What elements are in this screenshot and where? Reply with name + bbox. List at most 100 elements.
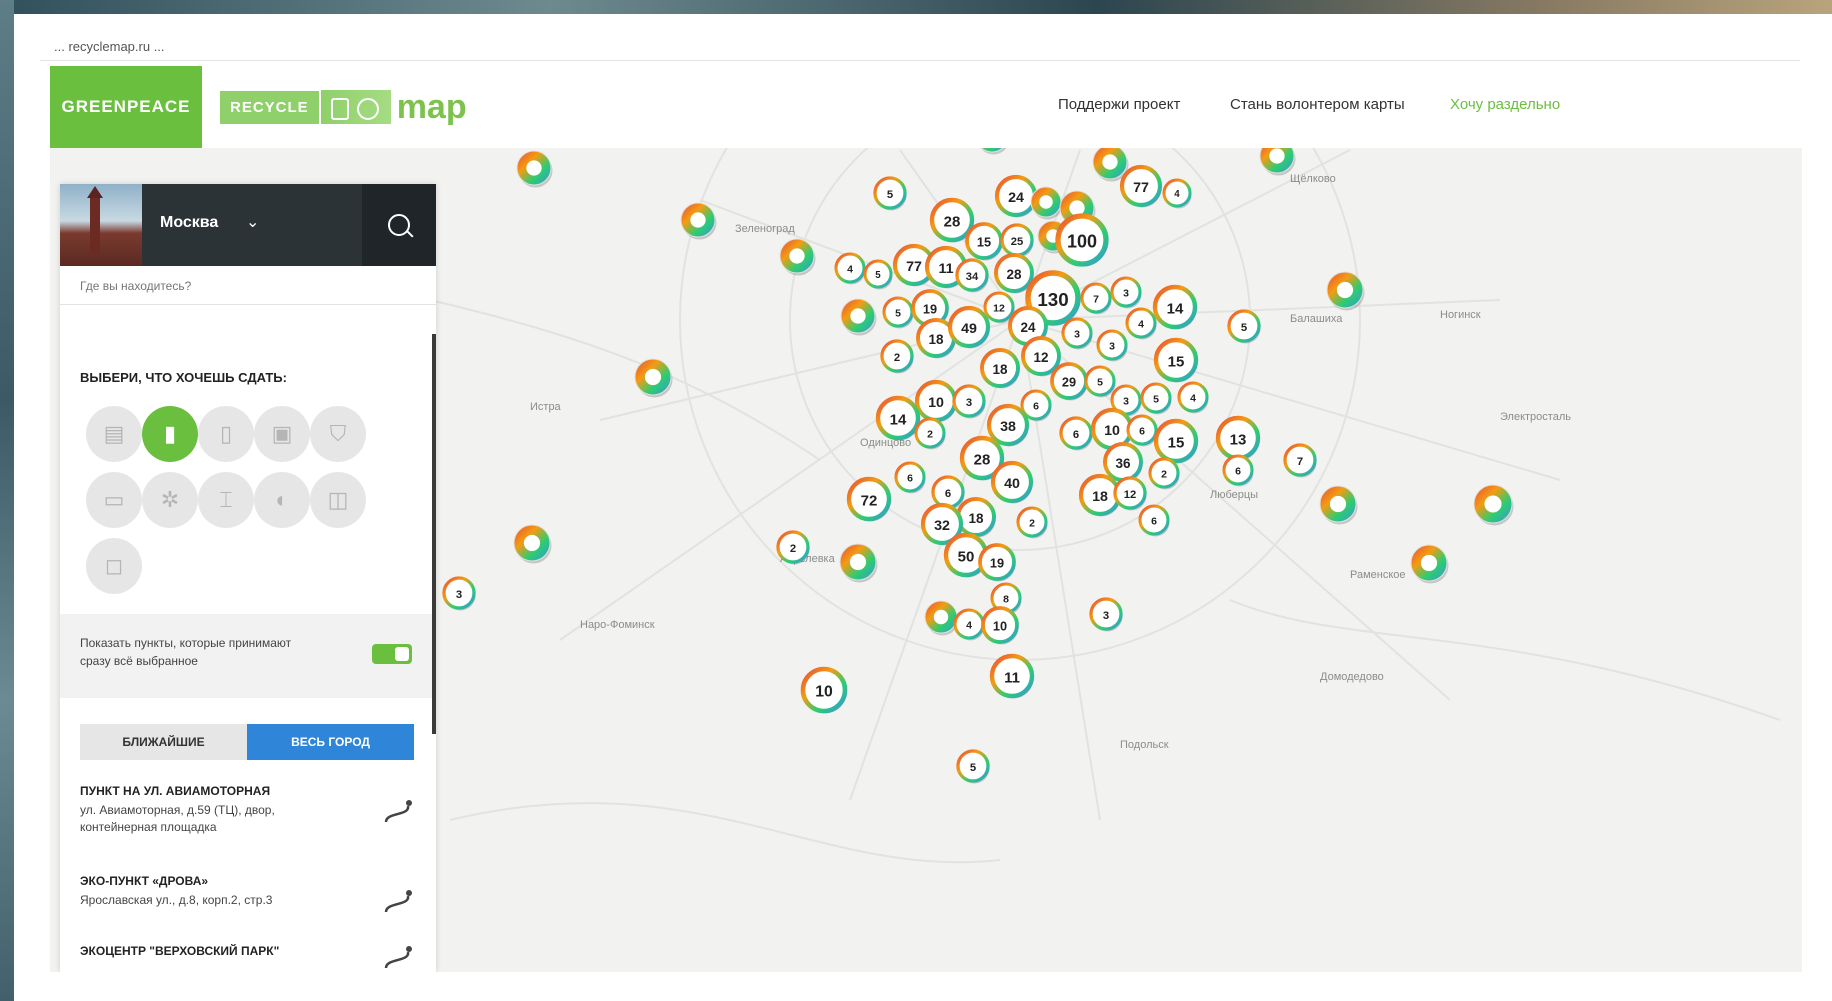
map-cluster-marker[interactable]: 2 [880,339,914,374]
map-cluster-marker[interactable]: 5 [956,749,990,784]
map-cluster-marker[interactable]: 18 [956,497,996,538]
map-cluster-marker[interactable]: 10 [800,666,848,714]
route-icon[interactable] [382,888,416,916]
category-glass[interactable]: ▯ [198,406,254,462]
category-batteries[interactable]: ⌶ [198,472,254,528]
map-cluster-marker[interactable]: 2 [914,417,946,450]
route-icon[interactable] [382,944,416,972]
map-cluster-marker[interactable]: 18 [980,348,1020,389]
map-cluster-marker[interactable]: 5 [1140,382,1172,415]
map-cluster-marker[interactable]: 11 [989,653,1035,699]
address-input[interactable] [78,268,422,304]
map-cluster-marker[interactable]: 14 [875,395,921,441]
address-field[interactable] [60,268,436,305]
map-cluster-marker[interactable]: 10 [914,379,958,423]
map-cluster-marker[interactable]: 6 [1222,454,1254,487]
map-clusters[interactable]: 5 77 4282415 25 1004577 11 34 28130 7 31455 191849… [442,148,1514,784]
map-cluster-marker[interactable]: 10 [981,606,1019,645]
map-cluster-marker[interactable]: 5 [1227,309,1261,344]
city-selector[interactable]: Москва [160,214,218,232]
map-cluster-marker[interactable] [634,358,673,398]
category-tetra-pak[interactable]: ▭ [86,472,142,528]
map-cluster-marker[interactable]: 40 [990,460,1034,504]
map-cluster-marker[interactable]: 4 [834,252,866,285]
route-icon[interactable] [382,798,416,826]
map-cluster-marker[interactable]: 13 [1215,415,1261,461]
category-lamps[interactable]: ◐ [254,472,310,528]
map-cluster-marker[interactable]: 6 [1138,504,1170,537]
map-cluster-marker[interactable]: 2 [1016,506,1048,539]
map-cluster-marker[interactable]: 19 [978,543,1016,582]
map-cluster-marker[interactable]: 3 [952,384,986,419]
map-cluster-marker[interactable]: 6 [1059,416,1093,451]
category-plastic[interactable]: ▮ [142,406,198,462]
category-metal[interactable]: ▣ [254,406,310,462]
map-cluster-marker[interactable]: 3 [1061,317,1093,350]
category-paper[interactable]: ▤ [86,406,142,462]
map-cluster-marker[interactable]: 7 [1080,282,1112,315]
map-cluster-marker[interactable]: 100 [1055,213,1109,267]
list-item[interactable]: ПУНКТ НА УЛ. АВИАМОТОРНАЯ ул. Авиамоторн… [80,784,420,836]
map-cluster-marker[interactable]: 12 [1113,476,1147,511]
nav-support-project[interactable]: Поддержи проект [1058,96,1180,113]
map-cluster-marker[interactable]: 36 [1103,442,1143,483]
map-cluster-marker[interactable]: 29 [1050,362,1088,401]
map-cluster-marker[interactable] [1473,484,1514,526]
map-cluster-marker[interactable]: 6 [1126,414,1158,447]
map-cluster-marker[interactable] [516,150,553,188]
map-cluster-marker[interactable]: 4 [1177,381,1209,414]
map-cluster-marker[interactable] [1259,148,1296,176]
map-cluster-marker[interactable]: 5 [1084,365,1116,398]
chevron-down-icon[interactable]: ⌄ [246,212,259,232]
map-cluster-marker[interactable] [839,543,878,583]
category-clothes[interactable]: ⛉ [310,406,366,462]
greenpeace-logo[interactable]: GREENPEACE [50,66,202,148]
map-cluster-marker[interactable]: 77 [1119,164,1163,208]
browser-url-bar[interactable]: ... recyclemap.ru ... [40,34,1800,61]
map-cluster-marker[interactable]: 2 [776,530,810,565]
category-electronics[interactable]: ◫ [310,472,366,528]
map-cluster-marker[interactable] [779,238,816,276]
map-cluster-marker[interactable]: 5 [863,259,893,290]
map-cluster-marker[interactable]: 5 [873,176,907,211]
map-cluster-marker[interactable]: 15 [1153,418,1199,464]
nav-want-separate[interactable]: Хочу раздельно [1450,96,1560,113]
map-cluster-marker[interactable] [924,600,959,636]
sidebar-scrollbar[interactable] [432,334,436,734]
map-cluster-marker[interactable] [1030,186,1063,220]
map-cluster-marker[interactable]: 4 [1125,307,1157,340]
map-cluster-marker[interactable] [680,202,717,240]
map-cluster-marker[interactable]: 24 [994,174,1038,218]
map-cluster-marker[interactable]: 49 [947,305,991,349]
map-cluster-marker[interactable]: 15 [1153,337,1199,383]
map-cluster-marker[interactable]: 4 [1162,178,1192,209]
recyclemap-logo[interactable]: RECYCLE map [220,88,467,126]
map-cluster-marker[interactable] [513,524,552,564]
map-cluster-marker[interactable]: 6 [894,461,926,494]
map-cluster-marker[interactable]: 14 [1152,284,1198,330]
map-cluster-marker[interactable]: 2 [1148,457,1180,490]
map-cluster-marker[interactable]: 72 [846,476,892,522]
map-area[interactable]: ЗеленоградМытищиЩёлковоБалашихаОдинцовоЛ… [50,148,1802,972]
map-cluster-marker[interactable]: 15 [965,222,1003,261]
whole-city-tab[interactable]: ВЕСЬ ГОРОД [247,724,414,760]
nav-become-volunteer[interactable]: Стань волонтером карты [1230,96,1405,113]
map-cluster-marker[interactable]: 5 [882,296,914,329]
map-cluster-marker[interactable]: 3 [1089,597,1123,632]
map-cluster-marker[interactable]: 3 [1110,276,1142,309]
map-cluster-marker[interactable] [1326,271,1365,311]
map-cluster-marker[interactable]: 3 [442,576,476,611]
map-cluster-marker[interactable] [1319,485,1358,525]
nearest-tab[interactable]: БЛИЖАЙШИЕ [80,724,247,760]
list-item[interactable]: ЭКО-ПУНКТ «ДРОВА» Ярославская ул., д.8, … [80,874,420,913]
map-cluster-marker[interactable] [840,298,877,336]
map-cluster-marker[interactable] [976,148,1010,155]
map-cluster-marker[interactable] [1410,544,1449,584]
category-other[interactable]: ◻ [86,538,142,594]
map-cluster-marker[interactable]: 7 [1283,443,1317,478]
search-button[interactable] [362,184,436,266]
map-cluster-marker[interactable]: 25 [1000,223,1034,258]
all-selected-toggle[interactable] [372,644,412,664]
map-cluster-marker[interactable]: 34 [955,258,989,293]
map-cluster-marker[interactable]: 4 [953,608,985,641]
